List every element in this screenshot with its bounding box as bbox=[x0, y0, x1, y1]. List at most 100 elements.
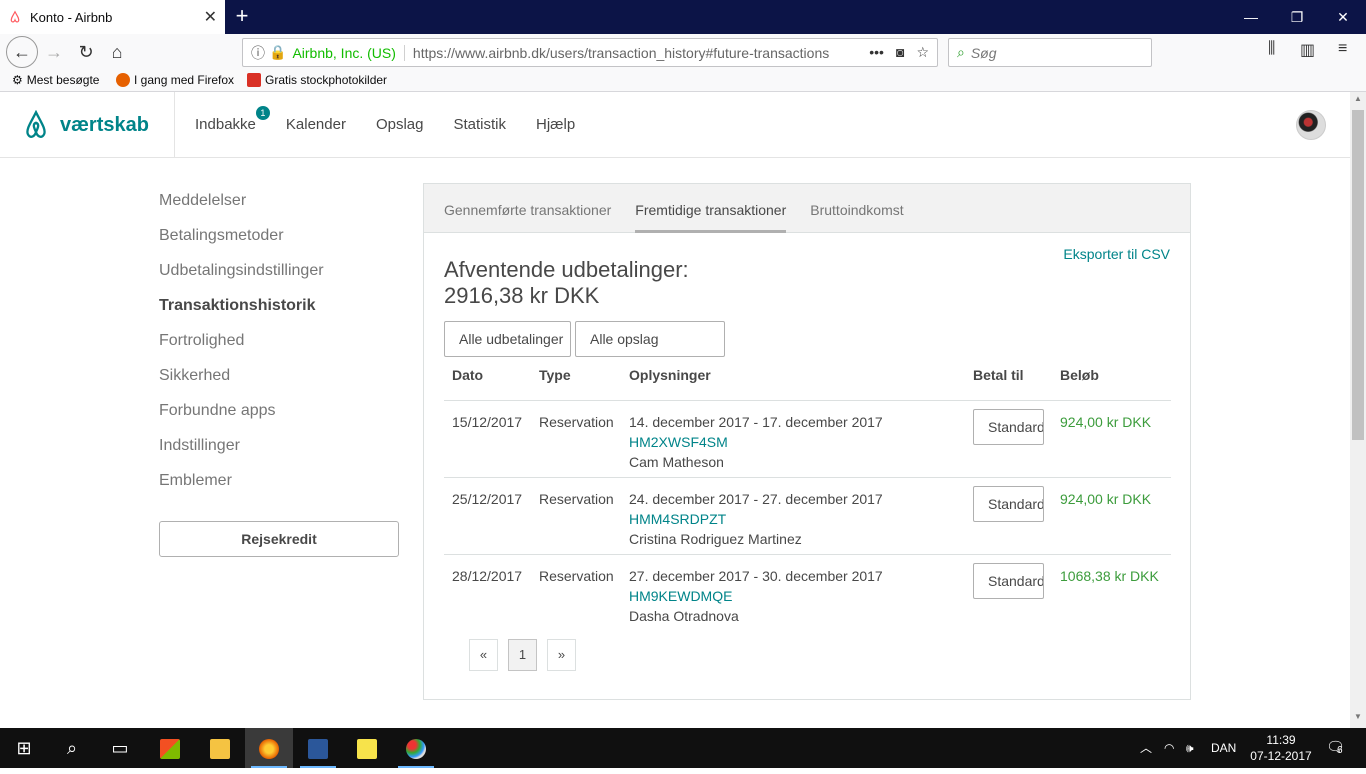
new-tab-button[interactable]: + bbox=[230, 4, 254, 28]
page-actions-icon[interactable]: ••• bbox=[869, 44, 884, 61]
transaction-tabs: Gennemførte transaktioner Fremtidige tra… bbox=[424, 184, 1190, 233]
sidebar-item-payment-methods[interactable]: Betalingsmetoder bbox=[159, 227, 399, 262]
search-icon: ⌕ bbox=[957, 44, 965, 60]
next-page-button[interactable]: » bbox=[547, 639, 576, 671]
tab-title: Konto - Airbnb bbox=[30, 9, 113, 25]
close-window-button[interactable]: ✕ bbox=[1320, 0, 1366, 34]
nav-calendar[interactable]: Kalender bbox=[286, 116, 346, 133]
sidebar-item-payout-settings[interactable]: Udbetalingsindstillinger bbox=[159, 262, 399, 297]
row-dates: 24. december 2017 - 27. december 2017 bbox=[629, 491, 883, 507]
sidebar-item-settings[interactable]: Indstillinger bbox=[159, 437, 399, 472]
sidebar-item-connected-apps[interactable]: Forbundne apps bbox=[159, 402, 399, 437]
home-button[interactable]: ⌂ bbox=[103, 38, 131, 66]
pay-to-select[interactable]: Standard bbox=[973, 409, 1044, 445]
sidebar-item-privacy[interactable]: Fortrolighed bbox=[159, 332, 399, 367]
sidebar-item-badges[interactable]: Emblemer bbox=[159, 472, 399, 507]
transactions-table: Dato Type Oplysninger Betal til Beløb 15… bbox=[444, 367, 1171, 632]
bookmark-getting-started[interactable]: I gang med Firefox bbox=[116, 73, 234, 87]
nav-label: Indbakke bbox=[195, 116, 256, 133]
firefox-taskbar-icon[interactable] bbox=[245, 728, 293, 768]
search-input[interactable]: ⌕ Søg bbox=[948, 38, 1152, 67]
network-icon[interactable]: ◠ bbox=[1164, 728, 1174, 768]
tab-completed-transactions[interactable]: Gennemførte transaktioner bbox=[444, 184, 611, 233]
row-date: 28/12/2017 bbox=[452, 568, 523, 584]
store-icon[interactable] bbox=[146, 728, 194, 768]
confirmation-code-link[interactable]: HMM4SRDPZT bbox=[629, 509, 883, 529]
row-dates: 27. december 2017 - 30. december 2017 bbox=[629, 568, 883, 584]
forward-button[interactable]: → bbox=[40, 38, 68, 66]
prev-page-button[interactable]: « bbox=[469, 639, 498, 671]
search-icon[interactable]: ⌕ bbox=[48, 728, 96, 768]
back-button[interactable]: ← bbox=[6, 36, 38, 68]
file-explorer-icon[interactable] bbox=[196, 728, 244, 768]
transactions-panel: Gennemførte transaktioner Fremtidige tra… bbox=[423, 183, 1191, 700]
sidebar-icon[interactable]: ▥ bbox=[1300, 40, 1315, 60]
page-1-button[interactable]: 1 bbox=[508, 639, 537, 671]
bookmark-label: I gang med Firefox bbox=[134, 73, 235, 87]
nav-statistics[interactable]: Statistik bbox=[453, 116, 506, 133]
row-amount: 924,00 kr DKK bbox=[1060, 491, 1152, 507]
sticky-notes-icon[interactable] bbox=[343, 728, 391, 768]
export-csv-link[interactable]: Eksporter til CSV bbox=[1063, 246, 1170, 262]
sidebar-item-transaction-history[interactable]: Transaktionshistorik bbox=[159, 297, 399, 332]
browser-tab[interactable]: Konto - Airbnb ✕ bbox=[0, 0, 225, 34]
guest-name: Dasha Otradnova bbox=[629, 608, 739, 624]
confirmation-code-link[interactable]: HM2XWSF4SM bbox=[629, 432, 883, 452]
column-header: Betal til bbox=[973, 367, 1024, 383]
row-details: 24. december 2017 - 27. december 2017 HM… bbox=[629, 489, 883, 549]
minimize-button[interactable]: — bbox=[1228, 0, 1274, 34]
show-hidden-icons-icon[interactable]: ︿ bbox=[1140, 728, 1152, 768]
sidebar-item-notifications[interactable]: Meddelelser bbox=[159, 192, 399, 227]
pending-label: Afventende udbetalinger: bbox=[444, 257, 689, 282]
avatar[interactable] bbox=[1296, 110, 1326, 140]
bookmark-favicon-icon bbox=[247, 73, 261, 87]
start-button[interactable]: ⊞ bbox=[0, 728, 48, 768]
account-sidebar: Meddelelser Betalingsmetoder Udbetalings… bbox=[159, 192, 399, 507]
menu-icon[interactable]: ≡ bbox=[1338, 40, 1347, 58]
reload-button[interactable]: ↻ bbox=[72, 38, 100, 66]
scroll-up-icon[interactable]: ▲ bbox=[1350, 94, 1366, 108]
word-icon[interactable] bbox=[294, 728, 342, 768]
task-view-icon[interactable]: ▭ bbox=[96, 728, 144, 768]
column-header: Beløb bbox=[1060, 367, 1099, 383]
nav-help[interactable]: Hjælp bbox=[536, 116, 575, 133]
listing-filter-select[interactable]: Alle opslag bbox=[575, 321, 725, 357]
site-identity: Airbnb, Inc. (US) bbox=[292, 44, 405, 61]
bookmark-star-icon[interactable]: ☆ bbox=[916, 44, 929, 61]
table-header: Dato Type Oplysninger Betal til Beløb bbox=[444, 367, 1171, 401]
row-dates: 14. december 2017 - 17. december 2017 bbox=[629, 414, 883, 430]
pocket-icon[interactable]: ◙ bbox=[896, 44, 904, 61]
system-clock[interactable]: 11:39 07-12-2017 bbox=[1248, 732, 1314, 764]
page-scrollbar[interactable]: ▲ ▼ bbox=[1350, 92, 1366, 728]
scroll-down-icon[interactable]: ▼ bbox=[1350, 712, 1366, 726]
pay-to-select[interactable]: Standard bbox=[973, 486, 1044, 522]
confirmation-code-link[interactable]: HM9KEWDMQE bbox=[629, 586, 883, 606]
url-bar[interactable]: ⓘ 🔒 Airbnb, Inc. (US) https://www.airbnb… bbox=[242, 38, 938, 67]
nav-inbox[interactable]: Indbakke 1 bbox=[195, 106, 270, 133]
row-date: 25/12/2017 bbox=[452, 491, 523, 507]
language-indicator[interactable]: DAN bbox=[1211, 728, 1236, 768]
library-icon[interactable]: ⫼ bbox=[1268, 40, 1275, 58]
logo-text: værtskab bbox=[60, 113, 149, 136]
sidebar-item-security[interactable]: Sikkerhed bbox=[159, 367, 399, 402]
volume-icon[interactable]: 🕪 bbox=[1186, 728, 1194, 768]
site-header: værtskab Indbakke 1 Kalender Opslag Stati… bbox=[0, 92, 1350, 158]
bookmark-stockphoto[interactable]: Gratis stockphotokilder bbox=[247, 73, 387, 87]
tab-future-transactions[interactable]: Fremtidige transaktioner bbox=[635, 184, 787, 233]
payout-filter-select[interactable]: Alle udbetalinger bbox=[444, 321, 571, 357]
row-details: 14. december 2017 - 17. december 2017 HM… bbox=[629, 412, 883, 472]
restore-button[interactable]: ❐ bbox=[1274, 0, 1320, 34]
info-icon[interactable]: ⓘ bbox=[251, 43, 265, 63]
host-logo[interactable]: værtskab bbox=[22, 110, 149, 140]
nav-listings[interactable]: Opslag bbox=[376, 116, 424, 133]
url-text[interactable]: https://www.airbnb.dk/users/transaction_… bbox=[413, 45, 869, 61]
pay-to-select[interactable]: Standard bbox=[973, 563, 1044, 599]
row-amount: 924,00 kr DKK bbox=[1060, 414, 1152, 430]
scroll-thumb[interactable] bbox=[1352, 110, 1364, 440]
travel-credit-button[interactable]: Rejsekredit bbox=[159, 521, 399, 557]
close-tab-icon[interactable]: ✕ bbox=[204, 7, 217, 27]
paint-icon[interactable] bbox=[392, 728, 440, 768]
tab-gross-earnings[interactable]: Bruttoindkomst bbox=[810, 184, 903, 233]
bookmark-most-visited[interactable]: ⚙ Mest besøgte bbox=[12, 73, 99, 87]
row-type: Reservation bbox=[539, 491, 614, 507]
